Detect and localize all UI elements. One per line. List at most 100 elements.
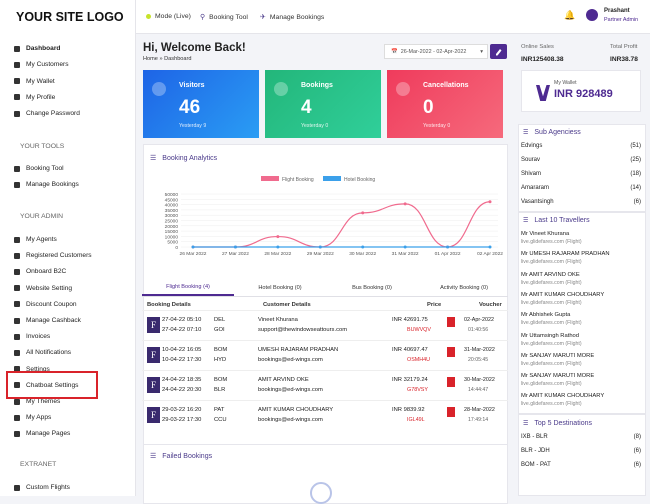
destination-name: BOM - PAT [521, 462, 551, 468]
ticket-icon [274, 82, 288, 96]
sidebar-item-onboard-b2c[interactable]: Onboard B2C [14, 268, 66, 275]
sub-agency-item[interactable]: Amararam (14) [521, 185, 641, 191]
tab-hotel[interactable]: Hotel Booking (0) [234, 280, 326, 296]
all-notifications-icon [14, 349, 20, 356]
y-tick-label: 0 [175, 245, 178, 251]
data-point[interactable] [276, 245, 280, 249]
sidebar-item-label: My Agents [26, 236, 57, 243]
my-themes-icon [14, 398, 20, 405]
booking-tool-icon [14, 165, 20, 172]
sidebar-item-invoices[interactable]: Invoices [14, 333, 50, 340]
breadcrumb[interactable]: Home » Dashboard [143, 56, 192, 62]
sub-agency-item[interactable]: Vasantsingh (6) [521, 199, 641, 205]
data-point[interactable] [361, 245, 365, 249]
tab-activity[interactable]: Activity Booking (0) [418, 280, 510, 296]
sidebar-item-my-agents[interactable]: My Agents [14, 236, 57, 243]
tab-bus[interactable]: Bus Booking (0) [326, 280, 418, 296]
traveller-item[interactable]: Mr AMIT KUMAR CHOUDHARY live.glidefares.c… [521, 291, 604, 307]
depart-time: 10-04-22 16:05 [162, 347, 202, 353]
legend-swatch[interactable] [323, 176, 341, 181]
date-range-picker[interactable]: 📅 26-Mar-2022 - 02-Apr-2022 ▾ [384, 44, 488, 59]
data-point[interactable] [318, 245, 322, 249]
traveller-item[interactable]: Mr AMIT KUMAR CHOUDHARY live.glidefares.c… [521, 392, 604, 408]
sidebar-item-all-notifications[interactable]: All Notifications [14, 349, 71, 356]
manage-bookings-link[interactable]: ✈ Manage Bookings [260, 13, 324, 22]
traveller-item[interactable]: Mr SANJAY MARUTI MORE live.glidefares.com… [521, 372, 594, 388]
visitors-card[interactable]: Visitors 46 Yesterday 9 [143, 70, 259, 138]
sidebar-item-website-setting[interactable]: Website Setting [14, 285, 72, 292]
destination-item[interactable]: BLR - JDH (6) [521, 448, 641, 454]
cancellations-card[interactable]: Cancellations 0 Yesterday 0 [387, 70, 503, 138]
data-point[interactable] [403, 245, 407, 249]
sidebar-item-my-themes[interactable]: My Themes [14, 398, 60, 405]
booking-tool-link[interactable]: ⚲ Booking Tool [200, 13, 248, 22]
col-booking-details: Booking Details [147, 302, 191, 308]
data-point[interactable] [446, 245, 450, 249]
site-logo[interactable]: YOUR SITE LOGO [16, 10, 124, 24]
data-point[interactable] [191, 245, 195, 249]
data-point[interactable] [276, 235, 280, 239]
mode-live-toggle[interactable]: Mode (Live) [146, 13, 191, 20]
sub-agency-item[interactable]: Sourav (25) [521, 157, 641, 163]
pencil-icon [496, 49, 502, 56]
data-point[interactable] [233, 245, 237, 249]
sub-agency-name: Vasantsingh [521, 199, 554, 205]
data-point[interactable] [403, 202, 407, 206]
sidebar-item-change-password[interactable]: Change Password [14, 110, 80, 117]
pdf-icon[interactable] [447, 407, 455, 417]
sidebar-item-discount-coupon[interactable]: Discount Coupon [14, 301, 77, 308]
sidebar-item-manage-pages[interactable]: Manage Pages [14, 430, 70, 437]
sidebar-item-custom-flights[interactable]: Custom Flights [14, 484, 70, 491]
sidebar-item-my-wallet[interactable]: My Wallet [14, 78, 55, 85]
notification-bell-icon[interactable]: 🔔 [564, 10, 575, 21]
sidebar-item-booking-tool[interactable]: Booking Tool [14, 165, 64, 172]
wallet-card[interactable]: My Wallet INR 928489 [521, 70, 641, 112]
col-customer-details: Customer Details [263, 302, 311, 308]
sub-agency-name: Shivam [521, 171, 542, 177]
sidebar-item-registered-customers[interactable]: Registered Customers [14, 252, 92, 259]
destination-item[interactable]: BOM - PAT (6) [521, 462, 641, 468]
bookings-card[interactable]: Bookings 4 Yesterday 0 [265, 70, 381, 138]
legend-swatch[interactable] [261, 176, 279, 181]
section-title-extranet: EXTRANET [20, 461, 57, 468]
sidebar-item-my-profile[interactable]: My Profile [14, 94, 55, 101]
tab-flight[interactable]: Flight Booking (4) [142, 280, 234, 296]
pnr-code: OSMH4U [407, 357, 431, 363]
y-tick-label: 45000 [165, 197, 179, 203]
pdf-icon[interactable] [447, 377, 455, 387]
sidebar-item-my-apps[interactable]: My Apps [14, 414, 51, 421]
user-name[interactable]: Prashant [604, 8, 630, 14]
table-row[interactable]: F 27-04-22 05:10 27-04-22 07:10 DEL GOI Vinee… [142, 310, 508, 340]
table-row[interactable]: F 24-04-22 18:35 24-04-22 20:30 BOM BLR AMIT … [142, 370, 508, 400]
list-icon: ☰ [523, 218, 529, 224]
to-airport: BLR [214, 387, 226, 393]
traveller-item[interactable]: Mr Vineet Khurana live.glidefares.com (Fl… [521, 230, 582, 246]
calendar-icon: 📅 [391, 48, 398, 55]
traveller-item[interactable]: Mr SANJAY MARUTI MORE live.glidefares.com… [521, 352, 594, 368]
sidebar-item-manage-bookings[interactable]: Manage Bookings [14, 181, 79, 188]
sidebar-item-my-customers[interactable]: My Customers [14, 61, 69, 68]
data-point[interactable] [361, 211, 365, 215]
data-point[interactable] [488, 200, 492, 204]
avatar[interactable] [586, 9, 598, 21]
traveller-item[interactable]: Mr UMESH RAJARAM PRADHAN live.glidefares.… [521, 250, 610, 266]
registered-customers-icon [14, 252, 20, 259]
sidebar-item-manage-cashback[interactable]: Manage Cashback [14, 317, 81, 324]
sidebar-item-label: My Themes [26, 398, 61, 405]
sub-agency-item[interactable]: Shivam (18) [521, 171, 641, 177]
destination-item[interactable]: IXB - BLR (8) [521, 434, 641, 440]
table-row[interactable]: F 29-03-22 16:20 29-03-22 17:30 PAT CCU AMIT … [142, 400, 508, 430]
edit-button[interactable] [490, 44, 507, 59]
pdf-icon[interactable] [447, 317, 455, 327]
right-column: Online Sales Total Profit INR125408.38 I… [514, 34, 650, 496]
sidebar-item-dashboard[interactable]: Dashboard [14, 45, 60, 52]
data-point[interactable] [488, 245, 492, 249]
sub-agency-item[interactable]: Edvings (51) [521, 143, 641, 149]
traveller-item[interactable]: Mr AMIT ARVIND OKE live.glidefares.com (F… [521, 271, 582, 287]
traveller-item[interactable]: Mr Abhishek Gupta live.glidefares.com (Fl… [521, 311, 582, 327]
pdf-icon[interactable] [447, 347, 455, 357]
table-row[interactable]: F 10-04-22 16:05 10-04-22 17:30 BOM HYD UMESH… [142, 340, 508, 370]
dashboard-icon [14, 45, 20, 52]
traveller-item[interactable]: Mr Uttamsingh Rathod live.glidefares.com … [521, 332, 582, 348]
custom-flights-icon [14, 484, 20, 491]
